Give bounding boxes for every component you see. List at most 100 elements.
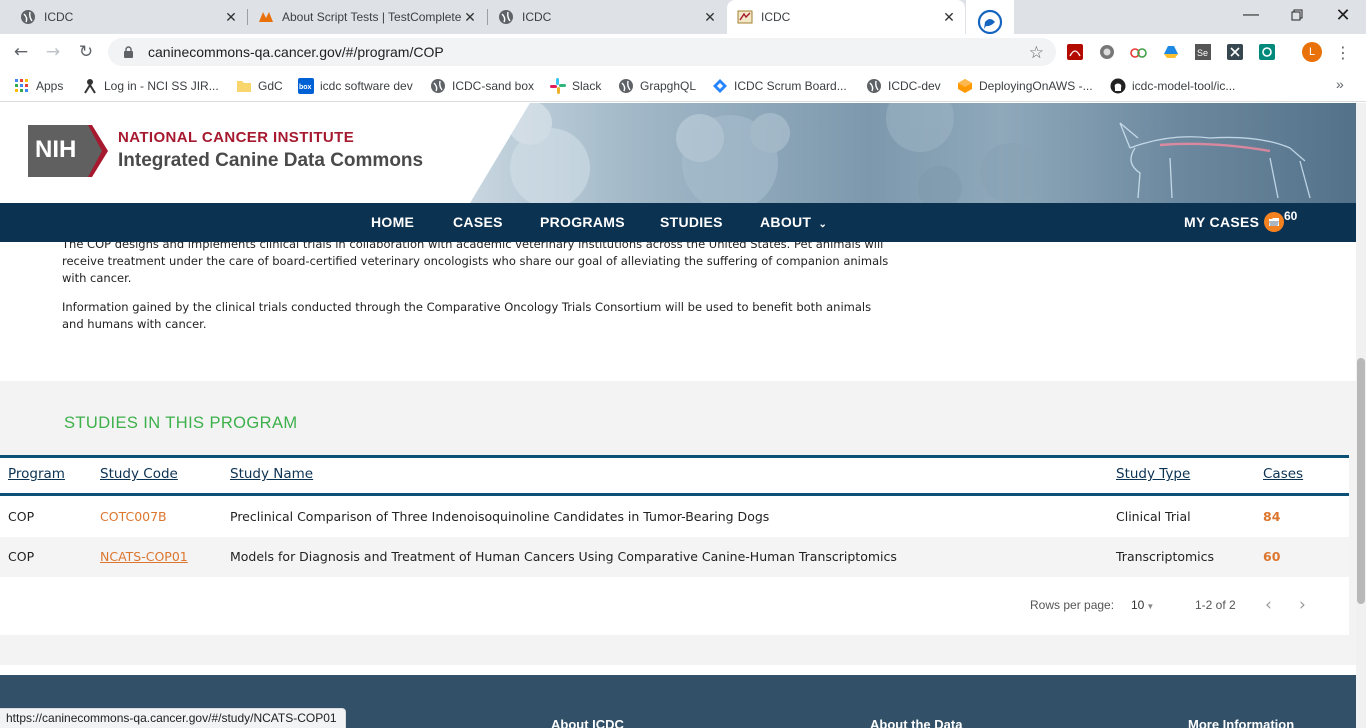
back-arrow-icon[interactable]: ← [8,39,34,65]
column-header-study-name[interactable]: Study Name [230,466,313,482]
teal-extension-icon[interactable] [1258,43,1276,61]
nav-studies[interactable]: STUDIES [660,214,723,230]
cell-program: COP [8,509,35,524]
nav-home[interactable]: HOME [371,214,414,230]
bookmark-slack[interactable]: Slack [550,76,601,96]
next-page-icon[interactable]: › [1299,595,1306,615]
cell-study-type: Clinical Trial [1116,509,1191,524]
box-icon: box [298,78,314,94]
column-header-study-type[interactable]: Study Type [1116,466,1190,482]
bookmark-label: ICDC Scrum Board... [734,79,847,93]
bookmark-label: Apps [36,79,64,93]
bookmark-graphql[interactable]: GrapghQL [618,76,696,96]
bookmarks-overflow-icon[interactable]: » [1336,76,1344,92]
restore-icon[interactable] [1274,0,1320,30]
program-page: The COP designs and implements clinical … [0,242,1356,728]
bookmark-icdc-sandbox[interactable]: ICDC-sand box [430,76,534,96]
logo-institute: NATIONAL CANCER INSTITUTE [118,128,355,146]
browser-tab-3[interactable]: ICDC ✕ [488,0,726,34]
cell-study-name: Models for Diagnosis and Treatment of Hu… [230,549,897,564]
bookmark-star-icon[interactable]: ☆ [1029,43,1044,63]
cart-icon[interactable] [1264,212,1284,232]
bookmark-icdc-software-dev[interactable]: box icdc software dev [298,76,413,96]
bookmark-label: GrapghQL [640,79,697,93]
prev-page-icon[interactable]: ‹ [1265,595,1272,615]
column-header-study-code[interactable]: Study Code [100,466,178,482]
close-icon[interactable]: ✕ [462,9,478,25]
nav-programs[interactable]: PROGRAMS [540,214,625,230]
table-top-rule [0,455,1349,458]
cell-cases-link[interactable]: 60 [1263,549,1280,564]
table-header-rule [0,493,1349,496]
bookmark-github-model-tool[interactable]: icdc-model-tool/ic... [1110,76,1235,96]
browser-tabstrip: ICDC ✕ About Script Tests | TestComplete… [0,0,1366,44]
bookmark-gdc[interactable]: GdC [236,76,283,96]
bookmark-label: icdc-model-tool/ic... [1132,79,1236,93]
drive-extension-icon[interactable] [1162,43,1180,61]
program-description-1: The COP designs and implements clinical … [62,242,889,285]
links-extension-icon[interactable] [1130,43,1148,61]
rows-per-page-value: 10 [1131,598,1145,612]
nav-cases[interactable]: CASES [453,214,503,230]
browser-tab-4-active[interactable]: ICDC ✕ [727,0,965,34]
slack-icon [550,78,566,94]
bookmark-label: icdc software dev [320,79,413,93]
site-header: NIH NATIONAL CANCER INSTITUTE Integrated… [0,103,1356,203]
cell-study-code-link[interactable]: COTC007B [100,509,167,524]
cell-cases-link[interactable]: 84 [1263,509,1280,524]
close-icon[interactable]: ✕ [941,9,957,25]
scrollbar-thumb[interactable] [1357,358,1365,604]
bookmark-jira-login[interactable]: Log in - NCI SS JIR... [82,76,219,96]
x-extension-icon[interactable] [1226,43,1244,61]
forward-arrow-icon[interactable]: → [40,39,66,65]
studies-table: Program Study Code Study Name Study Type… [0,455,1349,635]
close-icon[interactable]: ✕ [223,9,239,25]
bookmark-icdc-dev[interactable]: ICDC-dev [866,76,941,96]
cell-study-type: Transcriptomics [1116,549,1215,564]
github-icon [1110,78,1126,94]
browser-tab-1[interactable]: ICDC ✕ [0,0,247,34]
column-header-program[interactable]: Program [8,466,65,482]
minimize-icon[interactable]: — [1228,0,1274,30]
jira-diamond-icon [712,78,728,94]
logo-commons: Integrated Canine Data Commons [118,149,424,171]
tab-label: About Script Tests | TestComplete [282,10,462,24]
rows-per-page-select[interactable]: 10 ▼ [1131,598,1154,612]
bookmark-label: DeployingOnAWS -... [979,79,1093,93]
my-cases-count: 60 [1284,209,1298,223]
cell-study-code-link[interactable]: NCATS-COP01 [100,549,188,564]
rows-per-page-label: Rows per page: [1030,598,1115,612]
reload-icon[interactable]: ↻ [73,39,99,65]
bookmark-apps[interactable]: Apps [14,76,63,96]
nci-logo[interactable]: NIH NATIONAL CANCER INSTITUTE Integrated… [28,125,424,177]
bookmark-deploying-aws[interactable]: DeployingOnAWS -... [957,76,1093,96]
nav-about-label: ABOUT [760,214,812,230]
window-close-icon[interactable]: ✕ [1320,0,1366,30]
profile-avatar[interactable]: L [1302,42,1322,62]
column-header-cases[interactable]: Cases [1263,466,1303,482]
dropdown-caret-icon: ▼ [1146,602,1155,611]
pdf-extension-icon[interactable] [1066,43,1084,61]
table-row: COP COTC007B Preclinical Comparison of T… [0,497,1349,537]
page-scrollbar[interactable] [1356,103,1366,728]
address-bar[interactable]: caninecommons-qa.cancer.gov/#/program/CO… [108,38,1056,66]
circle-extension-icon[interactable] [1098,43,1116,61]
nih-text: NIH [35,136,77,163]
bookmark-scrum-board[interactable]: ICDC Scrum Board... [712,76,847,96]
footer-heading-about-data: About the Data [870,717,963,728]
browser-toolbar: ← → ↻ caninecommons-qa.cancer.gov/#/prog… [0,34,1366,70]
bookmark-label: ICDC-dev [888,79,941,93]
close-icon[interactable]: ✕ [702,9,718,25]
globe-icon [430,78,446,94]
bookmark-label: GdC [258,79,283,93]
table-row: COP NCATS-COP01 Models for Diagnosis and… [0,537,1349,577]
nav-about[interactable]: ABOUT ⌄ [760,214,827,230]
selenium-extension-icon[interactable]: Se [1194,43,1212,61]
browser-menu-icon[interactable]: ⋮ [1335,42,1351,62]
pagination-range: 1-2 of 2 [1195,598,1236,612]
my-cases-link[interactable]: MY CASES [1184,214,1259,230]
bookmark-label: Log in - NCI SS JIR... [104,79,219,93]
browser-tab-2[interactable]: About Script Tests | TestComplete ✕ [248,0,486,34]
chevron-down-icon: ⌄ [818,219,828,230]
globe-icon [498,9,514,25]
